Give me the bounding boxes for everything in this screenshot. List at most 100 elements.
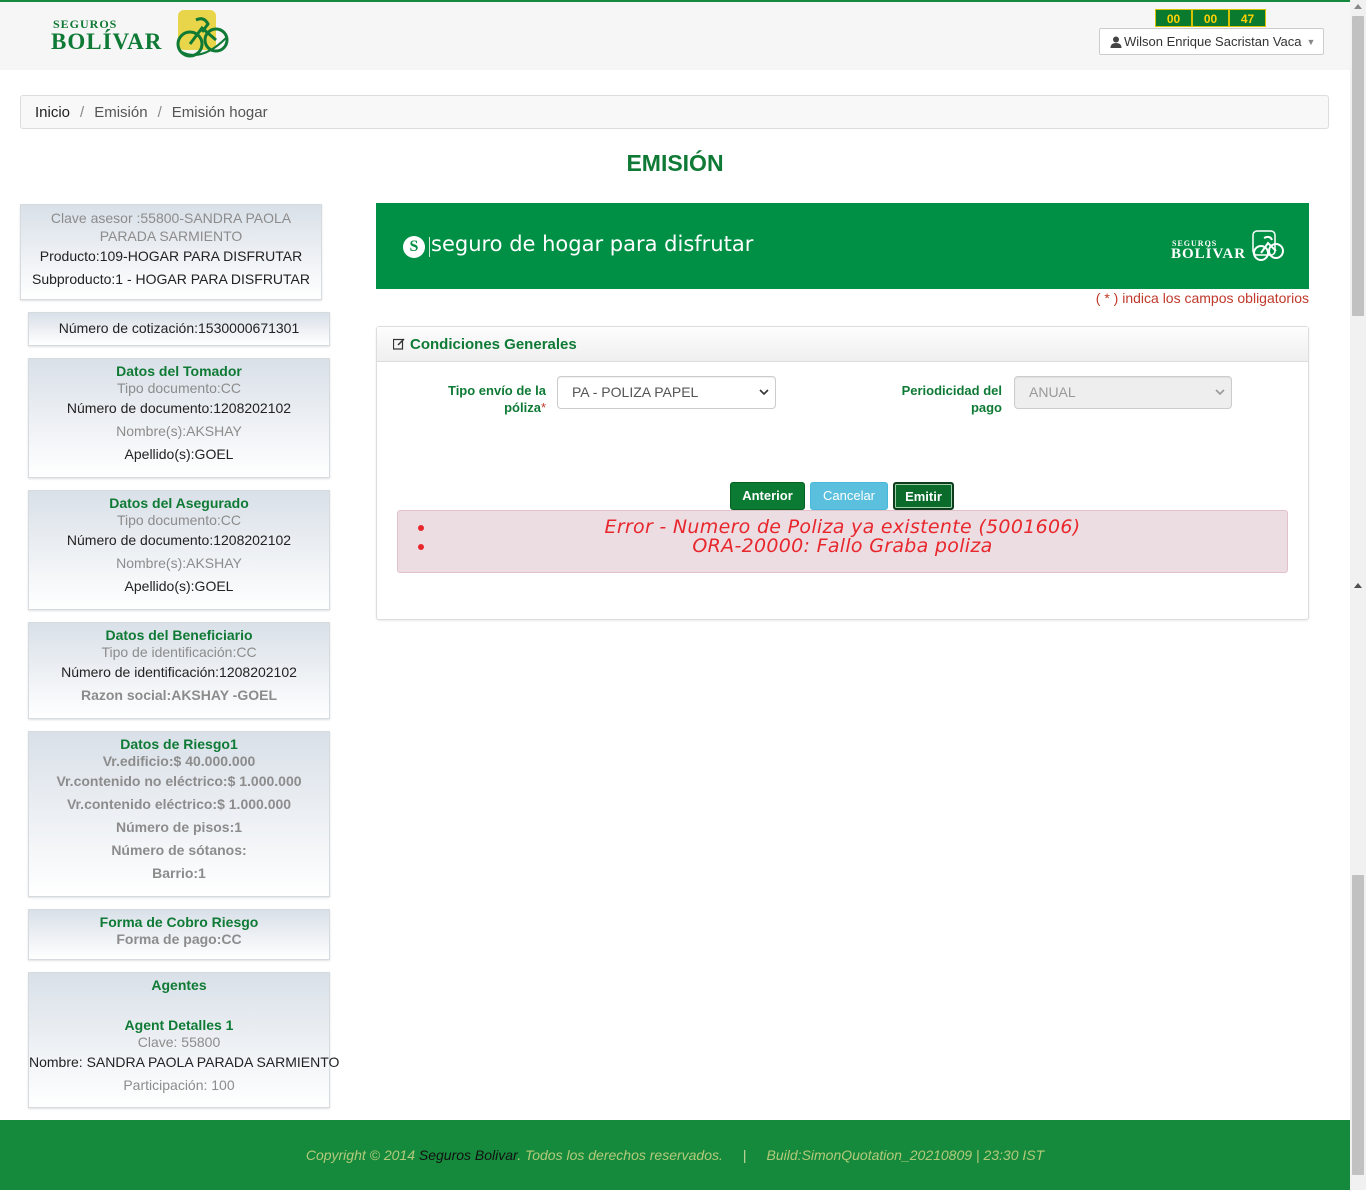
- riesgo-electrico: Vr.contenido eléctrico:$ 1.000.000: [66, 796, 292, 812]
- logo-brand-big: BOLÍVAR: [51, 29, 163, 54]
- cancelar-button[interactable]: Cancelar: [810, 482, 888, 510]
- footer: Copyright © 2014 Seguros Bolivar. Todos …: [0, 1120, 1350, 1190]
- footer-build: Build:SimonQuotation_20210809 | 23:30 IS…: [766, 1147, 1045, 1163]
- asegurado-apellido: Apellido(s):GOEL: [124, 578, 234, 594]
- agent-participacion: Participación: 100: [123, 1077, 235, 1093]
- asegurado-card: Datos del Asegurado Tipo documento:CC Nú…: [28, 490, 330, 610]
- periodicidad-select[interactable]: ANUAL: [1014, 376, 1232, 409]
- timer-seconds: 47: [1229, 9, 1266, 27]
- bullet-icon: [418, 544, 424, 550]
- riesgo-sotanos: Número de sótanos:: [111, 842, 247, 858]
- user-name: Wilson Enrique Sacristan Vaca: [1124, 34, 1302, 49]
- tipo-envio-label-line2: póliza: [504, 400, 541, 415]
- tipo-envio-select[interactable]: PA - POLIZA PAPEL: [557, 376, 776, 409]
- asegurado-nombre: Nombre(s):AKSHAY: [116, 555, 242, 571]
- user-icon: [1110, 36, 1122, 48]
- scrollbar-thumb-top[interactable]: [1352, 16, 1364, 316]
- cobro-card: Forma de Cobro Riesgo Forma de pago:CC: [28, 909, 330, 960]
- cyclist-emblem-icon: [176, 10, 229, 58]
- chevron-down-icon: [759, 389, 769, 396]
- agent-clave: Clave: 55800: [137, 1034, 221, 1050]
- caret-down-icon: ▼: [1306, 36, 1316, 47]
- tomador-apellido: Apellido(s):GOEL: [124, 446, 234, 462]
- chevron-down-icon: [1215, 389, 1225, 396]
- emitir-button[interactable]: Emitir: [893, 482, 954, 510]
- session-timer: 00 00 47: [1155, 9, 1266, 27]
- anterior-button[interactable]: Anterior: [730, 482, 805, 510]
- advisor-card: Clave asesor :55800-SANDRA PAOLA PARADA …: [20, 204, 322, 300]
- riesgo-edificio: Vr.edificio:$ 40.000.000: [102, 753, 256, 769]
- tomador-title: Datos del Tomador: [116, 363, 242, 379]
- breadcrumb-emision[interactable]: Emisión: [94, 104, 147, 121]
- beneficiario-numero: Número de identificación:1208202102: [61, 664, 297, 680]
- periodicidad-value: ANUAL: [1029, 384, 1076, 400]
- agentes-title: Agentes: [151, 977, 207, 993]
- cyclist-emblem-icon: [1252, 230, 1284, 261]
- riesgo-barrio: Barrio:1: [152, 865, 206, 881]
- req-close: ) indica los campos obligatorios: [1109, 290, 1309, 306]
- page-title: EMISIÓN: [626, 150, 724, 176]
- breadcrumb-separator: /: [157, 103, 162, 121]
- banner-brand-big: BOLÍVAR: [1171, 246, 1247, 262]
- beneficiario-razon: Razon social:AKSHAY -GOEL: [80, 687, 278, 703]
- beneficiario-tipo: Tipo de identificación:CC: [101, 644, 257, 660]
- seguros-bolivar-logo[interactable]: SEGUROS BOLÍVAR: [50, 8, 232, 62]
- periodicidad-label: Periodicidad del pago: [870, 382, 1002, 416]
- s-logo-icon: S: [403, 236, 425, 258]
- tomador-card: Datos del Tomador Tipo documento:CC Núme…: [28, 358, 330, 478]
- asegurado-tipo: Tipo documento:CC: [117, 512, 241, 528]
- periodicidad-label-line2: pago: [970, 400, 1002, 415]
- bullet-icon: [418, 525, 424, 531]
- required-star: *: [540, 400, 546, 415]
- required-fields-note: ( * ) indica los campos obligatorios: [376, 290, 1309, 306]
- tomador-numero: Número de documento:1208202102: [66, 400, 292, 416]
- cotizacion-card: Número de cotización:1530000671301: [28, 312, 330, 346]
- agentes-card: Agentes Agent Detalles 1 Clave: 55800 No…: [28, 972, 340, 1108]
- error-text: ORA-20000: Fallo Graba poliza: [692, 535, 993, 557]
- breadcrumb-inicio[interactable]: Inicio: [35, 104, 70, 121]
- cotizacion-number: Número de cotización:1530000671301: [58, 320, 300, 336]
- breadcrumb: Inicio / Emisión / Emisión hogar: [20, 95, 1329, 129]
- scroll-up-icon[interactable]: [1354, 583, 1362, 588]
- timer-hours: 00: [1155, 9, 1192, 27]
- panel-header: Condiciones Generales: [377, 327, 1308, 362]
- condiciones-panel: Condiciones Generales: [376, 326, 1309, 620]
- product-banner: S seguro de hogar para disfrutar SEGUROS…: [376, 203, 1309, 289]
- footer-brand-link[interactable]: Seguros Bolivar: [419, 1147, 517, 1163]
- asegurado-title: Datos del Asegurado: [109, 495, 249, 511]
- periodicidad-label-line1: Periodicidad del: [901, 383, 1002, 398]
- breadcrumb-emision-hogar: Emisión hogar: [171, 103, 268, 121]
- tipo-envio-label: Tipo envío de la póliza*: [420, 382, 546, 416]
- user-menu-button[interactable]: Wilson Enrique Sacristan Vaca ▼: [1099, 28, 1324, 55]
- riesgo-card: Datos de Riesgo1 Vr.edificio:$ 40.000.00…: [28, 731, 330, 897]
- scrollbar-thumb-bottom[interactable]: [1352, 875, 1364, 1175]
- advisor-producto: Producto:109-HOGAR PARA DISFRUTAR: [39, 248, 303, 264]
- banner-slogan: seguro de hogar para disfrutar: [431, 232, 754, 256]
- tipo-envio-label-line1: Tipo envío de la: [447, 383, 546, 398]
- riesgo-no-electrico: Vr.contenido no eléctrico:$ 1.000.000: [56, 773, 302, 789]
- error-list: Error - Numero de Poliza ya existente (5…: [398, 511, 1287, 556]
- tipo-envio-value: PA - POLIZA PAPEL: [572, 384, 699, 400]
- timer-minutes: 00: [1192, 9, 1229, 27]
- tomador-nombre: Nombre(s):AKSHAY: [116, 423, 242, 439]
- error-item: ORA-20000: Fallo Graba poliza: [398, 537, 1287, 556]
- footer-rights: . Todos los derechos reservados.: [517, 1147, 723, 1163]
- breadcrumb-separator: /: [80, 103, 85, 121]
- top-header: SEGUROS BOLÍVAR 00 00 47 Wilson Enrique …: [0, 0, 1350, 70]
- agent-detalles-title: Agent Detalles 1: [124, 1017, 234, 1033]
- scroll-up-icon[interactable]: [1354, 4, 1362, 9]
- panel-title: Condiciones Generales: [410, 335, 577, 353]
- advisor-clave: Clave asesor :55800-SANDRA PAOLA PARADA …: [50, 210, 292, 244]
- cobro-title: Forma de Cobro Riesgo: [99, 914, 259, 930]
- cobro-forma: Forma de pago:CC: [116, 931, 242, 947]
- footer-separator: |: [742, 1147, 747, 1163]
- beneficiario-card: Datos del Beneficiario Tipo de identific…: [28, 622, 330, 719]
- tomador-tipo: Tipo documento:CC: [117, 380, 241, 396]
- edit-icon: [393, 338, 405, 350]
- beneficiario-title: Datos del Beneficiario: [105, 627, 253, 643]
- advisor-subproducto: Subproducto:1 - HOGAR PARA DISFRUTAR: [31, 271, 310, 287]
- asegurado-numero: Número de documento:1208202102: [66, 532, 292, 548]
- riesgo-pisos: Número de pisos:1: [115, 819, 243, 835]
- vertical-scrollbar[interactable]: [1350, 0, 1366, 1190]
- agent-nombre: Nombre: SANDRA PAOLA PARADA SARMIENTO: [29, 1054, 340, 1070]
